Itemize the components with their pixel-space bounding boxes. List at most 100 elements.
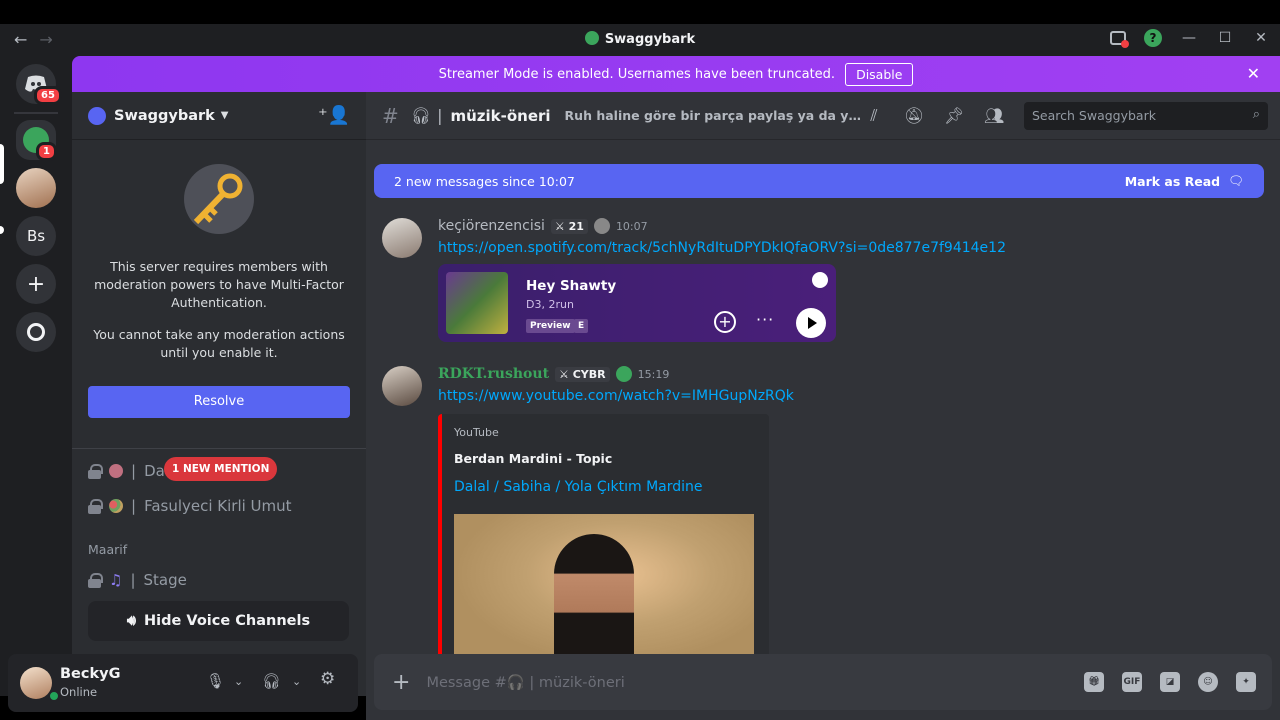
timestamp: 10:07 [615, 219, 648, 233]
timestamp: 15:19 [637, 367, 670, 381]
close-icon[interactable]: ✕ [1247, 64, 1260, 83]
more-icon[interactable]: ··· [756, 310, 774, 329]
microphone-icon[interactable]: 🎙︎ [206, 672, 225, 690]
server-header[interactable]: Swaggybark ▼ ⁺👤 [72, 92, 366, 140]
gif-button[interactable]: GIF [1122, 672, 1142, 692]
user-panel: BeckyG Online 🎙︎ ⌄ 🎧︎ ⌄ ⚙ [8, 654, 358, 712]
mark-as-read-button[interactable]: Mark as Read [1125, 174, 1220, 189]
banner-text: Streamer Mode is enabled. Usernames have… [438, 66, 836, 82]
channel-fasulyeci[interactable]: | Fasulyeci Kirli Umut [88, 492, 292, 520]
search-input[interactable]: Search Swaggybark ⌕ [1024, 102, 1268, 130]
inbox-icon[interactable] [1110, 31, 1129, 48]
category-maarif[interactable]: Maarif [88, 542, 127, 557]
channel-stage[interactable]: ♫ | Stage [88, 566, 187, 594]
mfa-text-1: This server requires members with modera… [94, 259, 344, 310]
streamer-mode-banner: Streamer Mode is enabled. Usernames have… [72, 56, 1280, 92]
youtube-link[interactable]: https://www.youtube.com/watch?v=IMHGupNz… [438, 388, 794, 404]
track-artist[interactable]: D3, 2run [526, 298, 574, 311]
new-messages-bar[interactable]: 2 new messages since 10:07 Mark as Read … [374, 164, 1264, 198]
gear-icon[interactable]: ⚙ [320, 669, 335, 689]
channel-name: Fasulyeci Kirli Umut [144, 497, 292, 515]
explicit-badge: E [574, 319, 589, 333]
close-button[interactable]: ✕ [1252, 29, 1270, 47]
search-icon: ⌕ [1252, 107, 1260, 122]
mfa-text-2: You cannot take any moderation actions u… [93, 327, 345, 360]
chevron-down-icon[interactable]: ⌄ [234, 675, 243, 688]
status-icon [593, 218, 610, 234]
hash-icon: # [382, 103, 399, 128]
video-thumbnail[interactable] [454, 514, 754, 664]
channel-topic[interactable]: Ruh haline göre bir parça paylaş ya da y… [565, 108, 865, 123]
invite-icon[interactable]: ⁺👤 [318, 105, 350, 126]
embed-author[interactable]: Berdan Mardini - Topic [454, 451, 612, 466]
minimize-button[interactable]: — [1180, 29, 1198, 47]
chevron-down-icon: ▼ [220, 110, 229, 121]
lock-icon [88, 499, 103, 514]
home-button[interactable]: 65 [16, 64, 62, 105]
message-header: RDKT.rushout ⚔ CYBR 15:19 [438, 366, 669, 382]
headphones-icon[interactable]: 🎧︎ [262, 672, 281, 690]
disable-button[interactable]: Disable [845, 62, 914, 86]
username: BeckyG [60, 666, 121, 682]
embed-provider[interactable]: YouTube [454, 426, 499, 439]
channel-name: Stage [143, 571, 187, 589]
mark-read-icon: 🗨︎ [1228, 173, 1244, 188]
mfa-notice: This server requires members with modera… [72, 164, 366, 418]
author-name[interactable]: keçiörenzencisi [438, 218, 545, 234]
channel-icon [109, 464, 123, 478]
selected-pill [0, 144, 4, 184]
lock-icon [88, 573, 103, 588]
window-title: Swaggybark [0, 31, 1280, 47]
new-messages-text: 2 new messages since 10:07 [394, 173, 575, 189]
add-icon[interactable]: + [714, 311, 736, 333]
embed-title[interactable]: Dalal / Sabiha / Yola Çıktım Mardine [454, 479, 703, 495]
music-icon: ♫ [109, 571, 123, 589]
maximize-button[interactable]: ☐ [1216, 29, 1234, 47]
spotify-icon[interactable] [812, 272, 828, 288]
avatar[interactable] [382, 218, 422, 258]
channel-name: Da [144, 462, 165, 480]
preview-badge: Preview [526, 319, 575, 333]
album-cover[interactable] [446, 272, 508, 334]
apps-icon[interactable]: ✦ [1236, 672, 1256, 692]
online-status-icon [48, 690, 60, 702]
threads-icon[interactable]: ⫽ [864, 106, 884, 126]
unread-badge: 65 [34, 86, 62, 105]
play-button[interactable] [796, 308, 826, 338]
track-title[interactable]: Hey Shawty [526, 278, 616, 294]
channel-da[interactable]: | Da [88, 457, 165, 485]
add-server-icon[interactable]: + [16, 264, 56, 304]
emoji-icon[interactable]: ☺ [1198, 672, 1218, 692]
unread-pill [0, 226, 4, 234]
chevron-down-icon[interactable]: ⌄ [292, 675, 301, 688]
speaker-icon: 🔊︎ [126, 613, 137, 629]
user-status: Online [60, 685, 98, 699]
message-input[interactable]: Message #🎧 | müzik-öneri [426, 674, 624, 691]
server-swaggybark[interactable]: 1 [16, 120, 57, 161]
mute-notifications-icon[interactable]: 🔕︎ [904, 106, 924, 126]
member-list-icon[interactable]: 👥︎ [984, 106, 1004, 126]
server-bs[interactable]: Bs [16, 216, 56, 256]
help-icon[interactable]: ? [1144, 29, 1162, 47]
key-icon [184, 164, 254, 234]
resolve-button[interactable]: Resolve [88, 386, 350, 418]
server-icon [584, 31, 599, 45]
author-name[interactable]: RDKT.rushout [438, 366, 549, 382]
pin-icon[interactable]: 📌︎ [944, 106, 964, 126]
avatar[interactable] [382, 366, 422, 406]
divider [72, 448, 366, 449]
sticker-icon[interactable]: ◪ [1160, 672, 1180, 692]
spotify-embed: Hey Shawty D3, 2run Preview E + ··· [438, 264, 836, 342]
lock-icon [88, 464, 103, 479]
explore-icon[interactable] [16, 312, 56, 352]
hide-voice-channels-button[interactable]: 🔊︎ Hide Voice Channels [88, 601, 349, 641]
message-composer: + Message #🎧 | müzik-öneri 🎁︎ GIF ◪ ☺ ✦ [374, 654, 1272, 710]
status-icon [615, 366, 632, 382]
channel-sidebar: Swaggybark ▼ ⁺👤 This server requires mem… [72, 92, 366, 696]
spotify-link[interactable]: https://open.spotify.com/track/5chNyRdIt… [438, 240, 1006, 256]
new-mention-badge[interactable]: 1 NEW MENTION [164, 457, 278, 481]
add-attachment-icon[interactable]: + [392, 670, 410, 695]
gift-icon[interactable]: 🎁︎ [1084, 672, 1104, 692]
server-avatar[interactable] [16, 168, 56, 208]
channel-title: müzik-öneri [450, 106, 551, 125]
